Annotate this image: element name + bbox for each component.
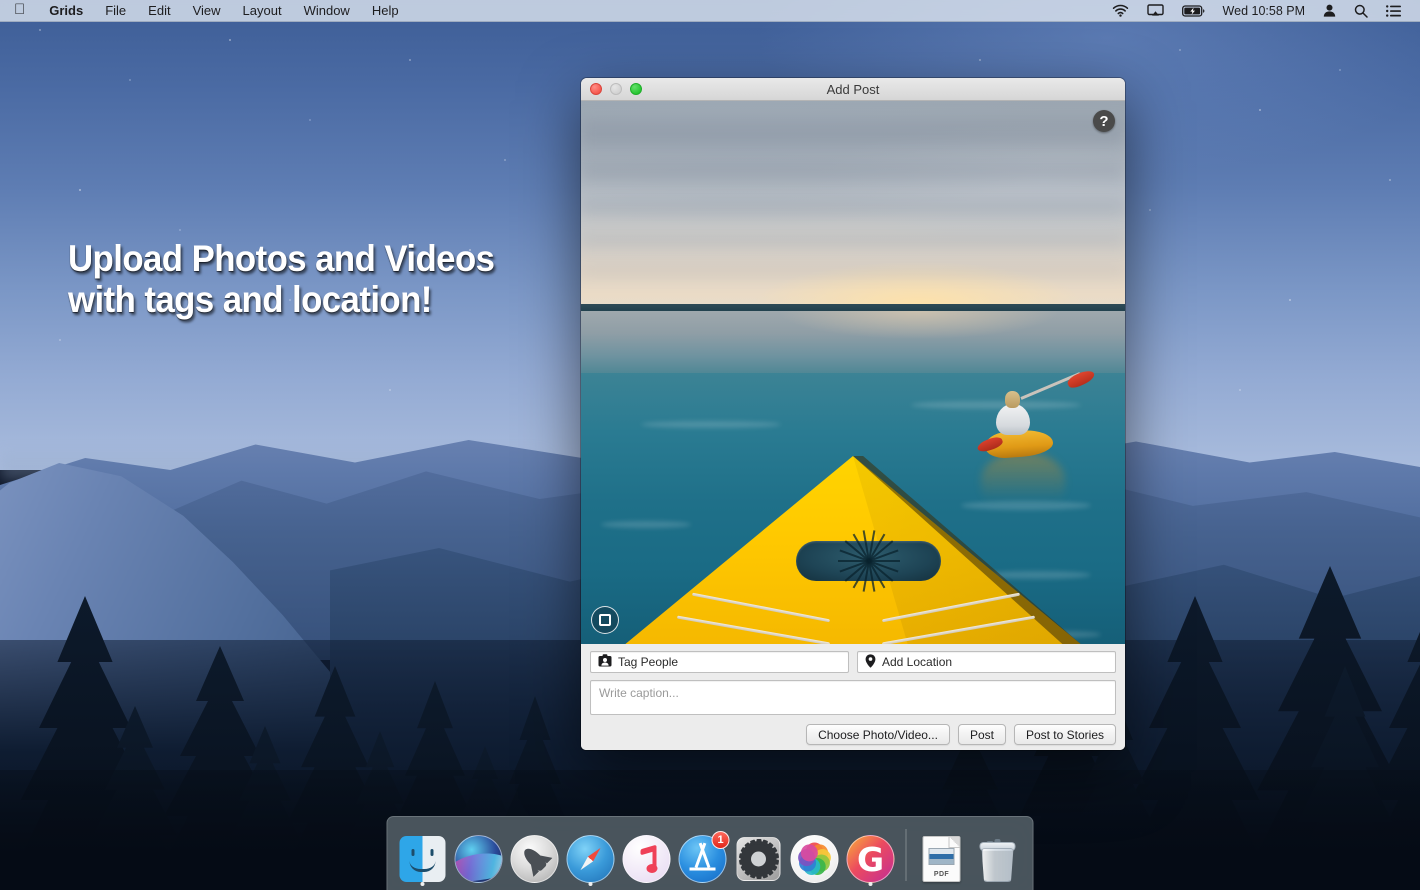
launchpad-icon bbox=[510, 834, 560, 884]
tag-people-field[interactable]: Tag People bbox=[590, 651, 849, 673]
dock-item-safari[interactable] bbox=[563, 820, 619, 890]
menu-bar:  Grids File Edit View Layout Window Hel… bbox=[0, 0, 1420, 22]
battery-charging-icon[interactable] bbox=[1173, 0, 1214, 22]
dock-item-itunes[interactable] bbox=[619, 820, 675, 890]
dock-item-photos[interactable] bbox=[787, 820, 843, 890]
post-button[interactable]: Post bbox=[958, 724, 1006, 745]
notification-center-icon[interactable] bbox=[1377, 0, 1410, 22]
user-account-icon[interactable] bbox=[1314, 0, 1345, 22]
running-indicator bbox=[869, 882, 873, 886]
photo-preview[interactable]: ? bbox=[581, 101, 1125, 644]
post-form: Tag People Add Location Write caption...… bbox=[581, 644, 1125, 750]
app-store-badge: 1 bbox=[712, 831, 730, 849]
grids-logo-letter: G bbox=[848, 836, 894, 882]
menu-bar-clock[interactable]: Wed 10:58 PM bbox=[1214, 0, 1314, 22]
location-pin-icon bbox=[865, 654, 876, 671]
crop-aspect-ratio-icon[interactable] bbox=[591, 606, 619, 634]
grids-icon: G bbox=[846, 834, 896, 884]
help-button[interactable]: ? bbox=[1093, 110, 1115, 132]
add-location-field[interactable]: Add Location bbox=[857, 651, 1116, 673]
dock-item-siri[interactable] bbox=[451, 820, 507, 890]
dock: 1 G PDF bbox=[387, 816, 1034, 890]
caption-input[interactable]: Write caption... bbox=[590, 680, 1116, 715]
spotlight-search-icon[interactable] bbox=[1345, 0, 1377, 22]
window-titlebar[interactable]: Add Post bbox=[581, 78, 1125, 101]
menu-item-help[interactable]: Help bbox=[361, 0, 410, 22]
form-actions: Choose Photo/Video... Post Post to Stori… bbox=[590, 724, 1116, 745]
promo-headline: Upload Photos and Videos with tags and l… bbox=[68, 238, 494, 320]
running-indicator bbox=[421, 882, 425, 886]
menu-item-window[interactable]: Window bbox=[293, 0, 361, 22]
add-post-window[interactable]: Add Post bbox=[581, 78, 1125, 750]
siri-icon bbox=[454, 834, 504, 884]
trash-icon bbox=[973, 834, 1023, 884]
running-indicator bbox=[589, 882, 593, 886]
photo-water-far bbox=[581, 311, 1125, 375]
dock-separator bbox=[906, 829, 907, 881]
menu-item-file[interactable]: File bbox=[94, 0, 137, 22]
photo-cloud-band bbox=[581, 265, 1125, 277]
finder-icon bbox=[398, 834, 448, 884]
itunes-icon bbox=[622, 834, 672, 884]
pdf-document-icon: PDF bbox=[917, 834, 967, 884]
menu-item-layout[interactable]: Layout bbox=[232, 0, 293, 22]
dock-item-trash[interactable] bbox=[970, 820, 1026, 890]
photo-shoreline bbox=[581, 304, 1125, 311]
menu-bar-status-area: Wed 10:58 PM bbox=[1103, 0, 1420, 22]
window-title: Add Post bbox=[581, 82, 1125, 97]
dock-item-app-store[interactable]: 1 bbox=[675, 820, 731, 890]
metadata-fields-row: Tag People Add Location bbox=[590, 651, 1116, 673]
photo-cloud-band bbox=[581, 233, 1125, 249]
wifi-icon[interactable] bbox=[1103, 0, 1138, 22]
menu-item-view[interactable]: View bbox=[182, 0, 232, 22]
airplay-icon[interactable] bbox=[1138, 0, 1173, 22]
menu-item-edit[interactable]: Edit bbox=[137, 0, 181, 22]
dock-item-pdf-document[interactable]: PDF bbox=[914, 820, 970, 890]
dock-item-grids[interactable]: G bbox=[843, 820, 899, 890]
choose-photo-video-button[interactable]: Choose Photo/Video... bbox=[806, 724, 950, 745]
add-location-label: Add Location bbox=[882, 655, 952, 669]
dock-item-finder[interactable] bbox=[395, 820, 451, 890]
post-to-stories-button[interactable]: Post to Stories bbox=[1014, 724, 1116, 745]
safari-icon bbox=[566, 834, 616, 884]
crop-square-glyph bbox=[599, 614, 611, 626]
apple-logo-icon[interactable]:  bbox=[0, 0, 38, 22]
photos-icon bbox=[790, 834, 840, 884]
dock-item-system-preferences[interactable] bbox=[731, 820, 787, 890]
app-store-icon: 1 bbox=[678, 834, 728, 884]
tag-people-icon bbox=[598, 654, 612, 670]
photo-cloud-band bbox=[581, 119, 1125, 149]
photo-cloud-band bbox=[581, 197, 1125, 217]
system-preferences-icon bbox=[734, 834, 784, 884]
menu-app-name[interactable]: Grids bbox=[38, 0, 94, 22]
dock-item-launchpad[interactable] bbox=[507, 820, 563, 890]
menu-bar-left:  Grids File Edit View Layout Window Hel… bbox=[0, 0, 410, 22]
photo-cloud-band bbox=[581, 159, 1125, 183]
tag-people-label: Tag People bbox=[618, 655, 678, 669]
pdf-label: PDF bbox=[924, 871, 960, 878]
